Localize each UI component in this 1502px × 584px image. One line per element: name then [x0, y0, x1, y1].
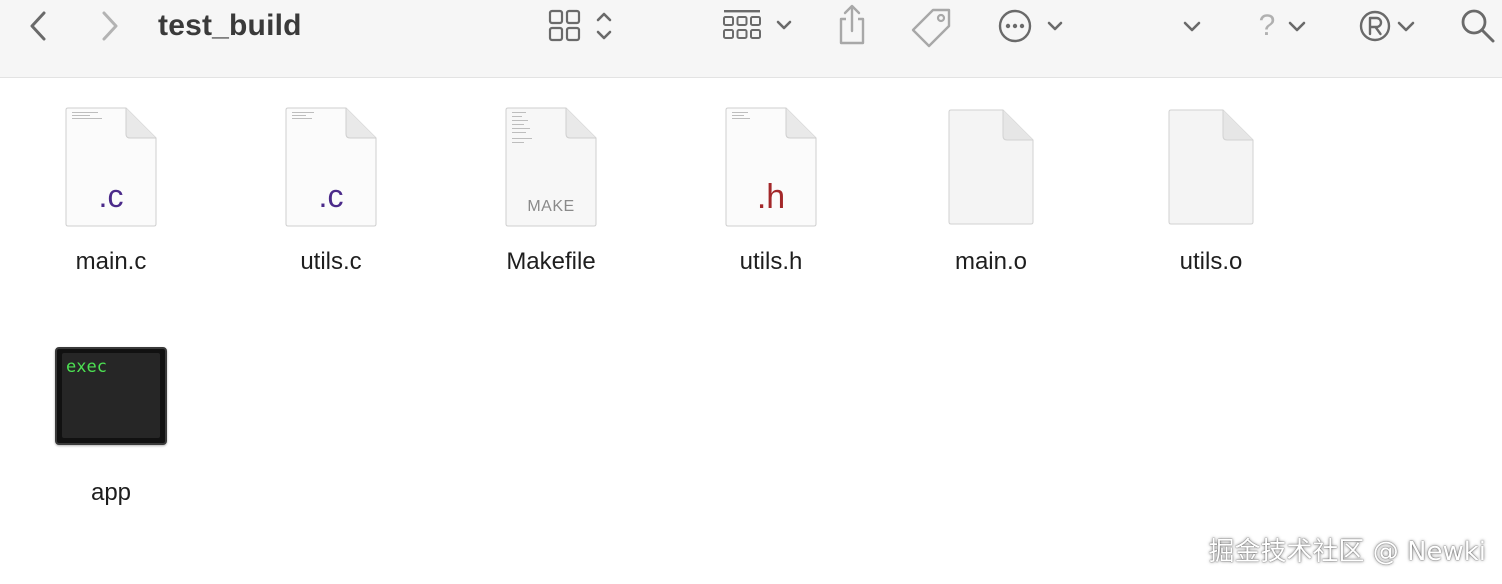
file-name: main.o: [954, 248, 1028, 275]
file-extension-label: MAKE: [527, 198, 575, 215]
watermark: 掘金技术社区 @ Newki: [1208, 537, 1486, 567]
share-icon: [839, 4, 865, 45]
file-item[interactable]: .h utils.h: [701, 88, 841, 288]
group-by-button[interactable]: [720, 6, 798, 46]
file-icon-box: [921, 88, 1061, 228]
chevron-down-icon: [1397, 21, 1415, 32]
file-name: utils.c: [300, 248, 362, 275]
more-actions-button[interactable]: [994, 4, 1068, 48]
group-by-icon: [723, 10, 792, 39]
file-icon-box: exec: [41, 319, 181, 445]
chevron-down-icon: [1288, 21, 1306, 32]
view-mode-button[interactable]: [544, 6, 622, 46]
object-file-icon: [947, 108, 1035, 226]
chevron-left-icon: [30, 11, 46, 41]
file-grid: .c main.c .c utils.c MAKE Makefile .h ut…: [0, 79, 1502, 584]
forward-button[interactable]: [94, 8, 126, 44]
terminal-exec-icon: exec: [55, 347, 167, 445]
file-icon-box: [1141, 88, 1281, 228]
c-source-file-icon: .c: [64, 106, 158, 228]
makefile-icon: MAKE: [504, 106, 598, 228]
window-title: test_build: [158, 9, 302, 42]
search-icon: [1461, 9, 1495, 43]
file-icon-box: MAKE: [481, 88, 621, 228]
file-item[interactable]: .c main.c: [41, 88, 181, 288]
chevron-down-icon: [1183, 21, 1201, 32]
search-button[interactable]: [1458, 4, 1498, 48]
c-source-file-icon: .c: [284, 106, 378, 228]
grid-view-icon: [548, 9, 612, 42]
file-icon-box: .h: [701, 88, 841, 228]
file-icon-box: .c: [261, 88, 401, 228]
question-mark-icon: ?: [1258, 9, 1276, 42]
tag-icon: [911, 8, 951, 48]
file-item[interactable]: .c utils.c: [261, 88, 401, 288]
file-name: utils.o: [1179, 248, 1243, 275]
file-extension-label: .c: [98, 178, 124, 214]
file-name: app: [90, 479, 132, 506]
file-extension-label: .c: [318, 178, 344, 214]
back-button[interactable]: [22, 8, 54, 44]
finder-window: test_build ? .c main.c .c utils.c MAKE M…: [0, 0, 1502, 584]
file-item[interactable]: MAKE Makefile: [481, 88, 621, 288]
tag-button[interactable]: [906, 4, 956, 48]
object-file-icon: [1167, 108, 1255, 226]
registered-icon: [1359, 10, 1391, 42]
chevron-right-icon: [102, 11, 118, 41]
file-item[interactable]: main.o: [921, 88, 1061, 288]
toolbar: test_build ?: [0, 0, 1502, 78]
file-icon-box: .c: [41, 88, 181, 228]
file-name: main.c: [75, 248, 147, 275]
exec-label: exec: [66, 357, 107, 377]
share-button[interactable]: [832, 2, 872, 48]
toolbar-dropdown-button[interactable]: [1176, 8, 1208, 44]
extension-button[interactable]: [1354, 4, 1422, 48]
more-actions-icon: [998, 9, 1063, 43]
help-button[interactable]: ?: [1246, 4, 1314, 48]
file-item[interactable]: exec app: [41, 319, 181, 509]
file-extension-label: .h: [756, 178, 786, 216]
file-item[interactable]: utils.o: [1141, 88, 1281, 288]
file-name: utils.h: [739, 248, 803, 275]
file-name: Makefile: [506, 248, 596, 275]
header-file-icon: .h: [724, 106, 818, 228]
